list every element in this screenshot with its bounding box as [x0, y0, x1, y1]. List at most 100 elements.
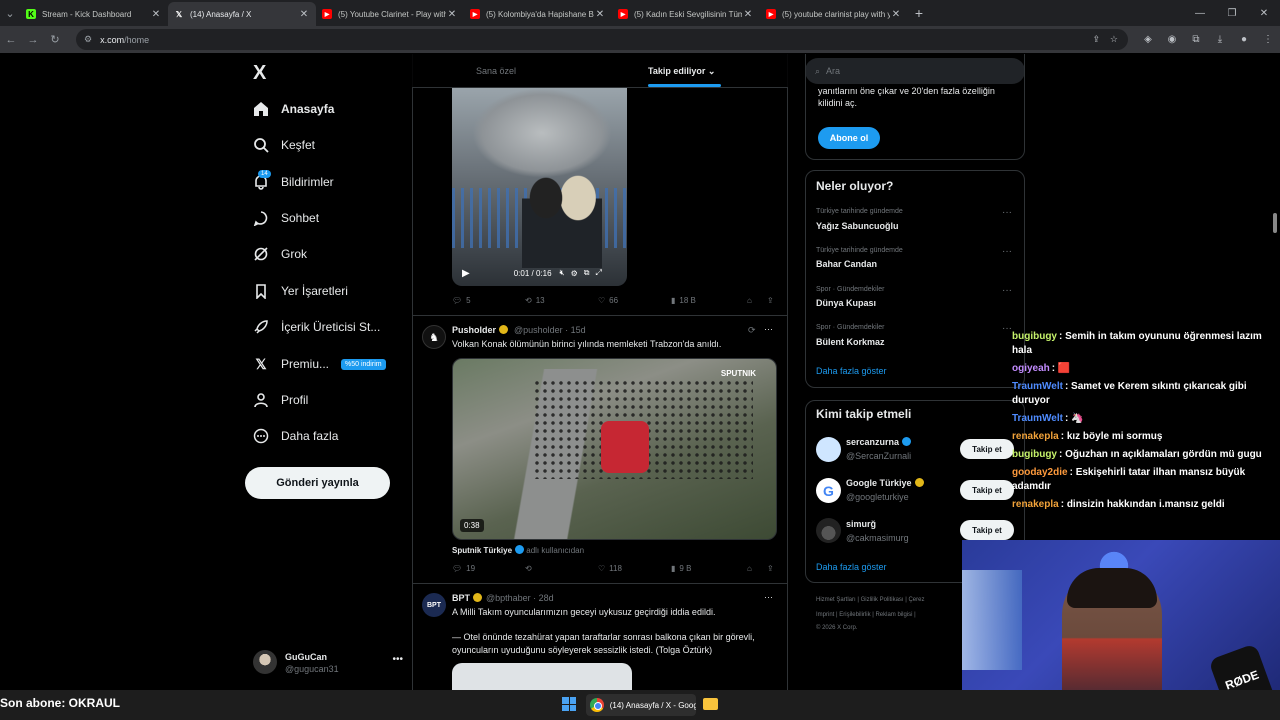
- close-icon[interactable]: ✕: [446, 9, 458, 20]
- tab-youtube-1[interactable]: ▶ (5) Youtube Clarinet - Play with ✕: [316, 2, 464, 26]
- post-age[interactable]: 15d: [571, 325, 586, 335]
- more-icon[interactable]: ···: [1002, 207, 1012, 218]
- trend-item[interactable]: Bahar Candan: [816, 259, 877, 269]
- subscribe-button[interactable]: Abone ol: [818, 127, 880, 149]
- post-button[interactable]: Gönderi yayınla: [245, 467, 390, 499]
- more-icon[interactable]: ···: [764, 592, 773, 602]
- share-button[interactable]: ⇪: [767, 296, 774, 305]
- post-image[interactable]: [452, 663, 632, 690]
- close-icon[interactable]: ✕: [742, 9, 754, 20]
- suggested-account-name[interactable]: sercanzurna: [846, 437, 912, 447]
- share-button[interactable]: ⇪: [767, 564, 774, 573]
- footer-links[interactable]: Imprint | Erişilebilirlik | Reklam bilgi…: [816, 612, 916, 618]
- sidebar-item-grok[interactable]: Grok: [253, 246, 307, 262]
- follow-button[interactable]: Takip et: [960, 520, 1014, 540]
- x-logo[interactable]: X: [253, 62, 266, 85]
- more-icon[interactable]: ···: [1002, 323, 1012, 334]
- suggested-account-name[interactable]: simurğ: [846, 519, 876, 529]
- sidebar-item-premium[interactable]: 𝕏 Premiu... %50 indirim: [253, 356, 386, 372]
- tab-youtube-2[interactable]: ▶ (5) Kolombiya'da Hapishane Ba ✕: [464, 2, 612, 26]
- repost-button[interactable]: ⟲: [525, 564, 598, 573]
- close-window-icon[interactable]: ✕: [1248, 8, 1280, 19]
- puzzle-icon[interactable]: ⧉: [1184, 34, 1208, 45]
- play-icon[interactable]: ▶: [462, 268, 470, 279]
- source-name[interactable]: Sputnik Türkiye: [452, 546, 512, 555]
- tab-youtube-4[interactable]: ▶ (5) youtube clarinist play with y ✕: [760, 2, 908, 26]
- show-more-link[interactable]: Daha fazla göster: [816, 366, 887, 376]
- post-video[interactable]: ▶ 0:01 / 0:16 🔇︎ ⚙ ⧉ ⤢: [452, 88, 627, 286]
- avatar[interactable]: [816, 437, 841, 462]
- sidebar-item-creator-studio[interactable]: İçerik Üreticisi St...: [253, 319, 380, 335]
- close-icon[interactable]: ✕: [594, 9, 606, 20]
- back-icon[interactable]: ←: [0, 34, 22, 46]
- google-logo-icon[interactable]: G: [816, 478, 841, 503]
- repost-button[interactable]: ⟲ 13: [525, 296, 598, 305]
- sidebar-item-home[interactable]: Anasayfa: [253, 101, 334, 117]
- address-field[interactable]: ⚙ x.com/home ⇪ ☆: [76, 29, 1128, 50]
- downloads-icon[interactable]: ⤓: [1208, 34, 1232, 45]
- fullscreen-icon[interactable]: ⤢: [595, 268, 601, 278]
- post-age[interactable]: 28d: [539, 593, 554, 603]
- sidebar-item-explore[interactable]: Keşfet: [253, 137, 315, 153]
- close-icon[interactable]: ✕: [298, 9, 310, 20]
- tab-youtube-3[interactable]: ▶ (5) Kadın Eski Sevgilisinin Tüm ✕: [612, 2, 760, 26]
- views-button[interactable]: ▮ 18 B: [671, 296, 747, 305]
- sidebar-item-chat[interactable]: Sohbet: [253, 210, 319, 226]
- suggested-account-name[interactable]: Google Türkiye: [846, 478, 924, 488]
- profile-icon[interactable]: ●: [1232, 34, 1256, 45]
- author-handle[interactable]: @bpthaber: [486, 593, 531, 603]
- mute-icon[interactable]: 🔇︎: [560, 268, 565, 278]
- tab-search-icon[interactable]: ⌄: [0, 7, 20, 20]
- sidebar-item-more[interactable]: Daha fazla: [253, 428, 338, 444]
- minimize-icon[interactable]: —: [1184, 8, 1216, 19]
- more-icon[interactable]: ···: [764, 324, 773, 334]
- close-icon[interactable]: ✕: [150, 9, 162, 20]
- menu-icon[interactable]: ⋮: [1256, 34, 1280, 45]
- author-handle[interactable]: @pusholder: [514, 325, 563, 335]
- like-button[interactable]: ♡ 66: [598, 296, 671, 305]
- close-icon[interactable]: ✕: [890, 9, 902, 20]
- reload-icon[interactable]: ↻: [44, 33, 66, 46]
- tab-kick[interactable]: K Stream - Kick Dashboard ✕: [20, 2, 168, 26]
- extension-icon[interactable]: ◈: [1136, 34, 1160, 45]
- more-icon[interactable]: ···: [1002, 246, 1012, 257]
- install-icon[interactable]: ⇪: [1092, 34, 1100, 45]
- bookmark-button[interactable]: ⌂: [747, 564, 767, 573]
- new-tab-icon[interactable]: +: [908, 5, 930, 21]
- grok-icon[interactable]: ⟳: [748, 325, 756, 336]
- maximize-icon[interactable]: ❐: [1216, 8, 1248, 19]
- post-author[interactable]: BPT: [452, 593, 482, 603]
- reply-button[interactable]: 💬︎ 5: [452, 296, 525, 305]
- tab-x-home[interactable]: 𝕏 (14) Anasayfa / X ✕: [168, 2, 316, 26]
- file-explorer-icon[interactable]: [703, 698, 718, 710]
- post-video[interactable]: SPUTNIK: [452, 358, 777, 540]
- extension-icon[interactable]: ◉: [1160, 34, 1184, 45]
- sidebar-item-bookmarks[interactable]: Yer İşaretleri: [253, 283, 348, 299]
- show-more-link[interactable]: Daha fazla göster: [816, 562, 887, 572]
- forward-icon[interactable]: →: [22, 34, 44, 46]
- site-info-icon[interactable]: ⚙: [84, 34, 92, 45]
- views-button[interactable]: ▮ 9 B: [671, 564, 747, 573]
- avatar[interactable]: ♞: [422, 325, 446, 349]
- follow-button[interactable]: Takip et: [960, 480, 1014, 500]
- trend-item[interactable]: Bülent Korkmaz: [816, 337, 885, 347]
- post-author[interactable]: Pusholder: [452, 325, 509, 335]
- follow-button[interactable]: Takip et: [960, 439, 1014, 459]
- star-icon[interactable]: ☆: [1110, 34, 1118, 45]
- like-button[interactable]: ♡ 118: [598, 564, 671, 573]
- sidebar-item-profile[interactable]: Profil: [253, 392, 308, 408]
- tab-following[interactable]: Takip ediliyor ⌄: [648, 66, 715, 77]
- settings-icon[interactable]: ⚙: [571, 269, 578, 278]
- more-icon[interactable]: ···: [1002, 285, 1012, 296]
- reply-button[interactable]: 💬︎ 19: [452, 564, 525, 573]
- pip-icon[interactable]: ⧉: [584, 268, 590, 278]
- tab-for-you[interactable]: Sana özel: [476, 66, 516, 76]
- footer-links[interactable]: Hizmet Şartları | Gizlilik Politikası | …: [816, 597, 924, 603]
- account-switcher[interactable]: GuGuCan @gugucan31 •••: [253, 650, 403, 680]
- bookmark-button[interactable]: ⌂: [747, 296, 767, 305]
- scrollbar[interactable]: [1273, 213, 1277, 233]
- trend-item[interactable]: Yağız Sabuncuoğlu: [816, 221, 899, 231]
- taskbar-chrome-app[interactable]: (14) Anasayfa / X - Goog: [586, 694, 696, 716]
- avatar[interactable]: BPT: [422, 593, 446, 617]
- trend-item[interactable]: Dünya Kupası: [816, 298, 876, 308]
